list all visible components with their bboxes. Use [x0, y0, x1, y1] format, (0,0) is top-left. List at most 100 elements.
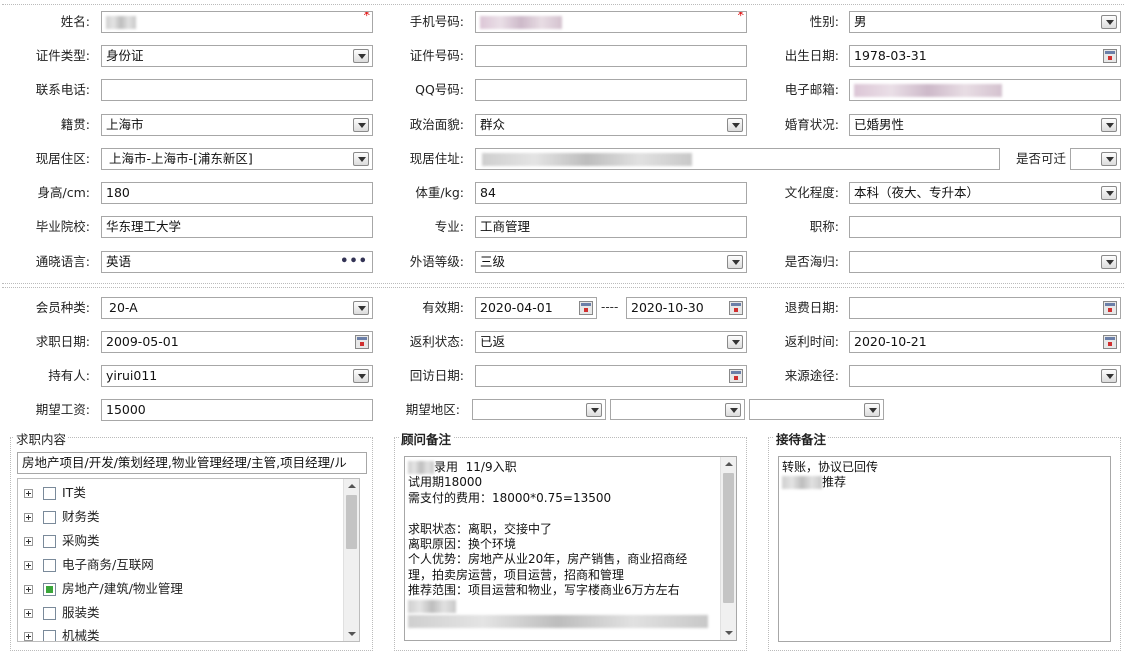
native-select[interactable]: 上海市	[101, 114, 373, 136]
checkbox[interactable]	[43, 559, 56, 572]
chevron-down-icon[interactable]	[1101, 152, 1117, 166]
calendar-icon[interactable]	[729, 369, 743, 383]
refund-date-field[interactable]	[849, 297, 1121, 319]
holder-select[interactable]: yirui011	[101, 365, 373, 387]
mobile-field[interactable]: *	[475, 11, 747, 33]
lang-field[interactable]: 英语 •••	[101, 251, 373, 273]
major-field[interactable]: 工商管理	[475, 216, 747, 238]
tree-item[interactable]: 采购类	[24, 530, 100, 552]
school-field[interactable]: 华东理工大学	[101, 216, 373, 238]
required-mark: *	[737, 11, 745, 24]
area-city-select[interactable]	[610, 399, 745, 420]
height-field[interactable]: 180	[101, 182, 373, 204]
reception-note-line: 转账，协议已回传	[782, 460, 879, 474]
jobdate-field[interactable]: 2009-05-01	[101, 331, 373, 353]
calendar-icon[interactable]	[579, 301, 593, 315]
checkbox[interactable]	[43, 630, 56, 641]
chevron-down-icon[interactable]	[727, 118, 743, 132]
job-summary-field[interactable]: 房地产项目/开发/策划经理,物业管理经理/主管,项目经理/ル	[17, 452, 367, 474]
calendar-icon[interactable]	[729, 301, 743, 315]
checkbox[interactable]	[43, 487, 56, 500]
area-province-select[interactable]	[472, 399, 606, 420]
tree-item[interactable]: 财务类	[24, 506, 100, 528]
calendar-icon[interactable]	[1103, 335, 1117, 349]
checkbox[interactable]	[43, 511, 56, 524]
source-select[interactable]	[849, 365, 1121, 387]
scroll-down-icon[interactable]	[725, 631, 733, 635]
notes-scrollbar[interactable]	[720, 457, 736, 640]
scroll-down-icon[interactable]	[348, 632, 356, 636]
tree-item[interactable]: 机械类	[24, 625, 100, 641]
idno-field[interactable]	[475, 45, 747, 67]
marital-select[interactable]: 已婚男性	[849, 114, 1121, 136]
chevron-down-icon[interactable]	[725, 403, 741, 417]
chevron-down-icon[interactable]	[1101, 369, 1117, 383]
checkbox[interactable]	[43, 535, 56, 548]
movable-select[interactable]	[1070, 148, 1121, 170]
rebate-time-field[interactable]: 2020-10-21	[849, 331, 1121, 353]
chevron-down-icon[interactable]	[353, 301, 369, 315]
expand-icon[interactable]	[24, 489, 33, 498]
political-select[interactable]: 群众	[475, 114, 747, 136]
source-label: 来源途径:	[784, 368, 839, 383]
level-select[interactable]: 三级	[475, 251, 747, 273]
salary-field[interactable]: 15000	[101, 399, 373, 421]
address-field[interactable]	[475, 148, 1000, 170]
scroll-up-icon[interactable]	[725, 462, 733, 466]
abroad-select[interactable]	[849, 251, 1121, 273]
scroll-up-icon[interactable]	[348, 484, 356, 488]
reception-notes-textarea[interactable]: 转账，协议已回传 推荐	[778, 456, 1111, 642]
rebate-select[interactable]: 已返	[475, 331, 747, 353]
chevron-down-icon[interactable]	[1101, 15, 1117, 29]
tree-item[interactable]: IT类	[24, 482, 86, 504]
chevron-down-icon[interactable]	[727, 335, 743, 349]
qq-field[interactable]	[475, 79, 747, 101]
expand-icon[interactable]	[24, 609, 33, 618]
idtype-select[interactable]: 身份证	[101, 45, 373, 67]
chevron-down-icon[interactable]	[1101, 118, 1117, 132]
more-icon[interactable]: •••	[340, 252, 368, 272]
calendar-icon[interactable]	[1103, 301, 1117, 315]
birth-date-field[interactable]: 1978-03-31	[849, 45, 1121, 67]
chevron-down-icon[interactable]	[353, 152, 369, 166]
expand-icon[interactable]	[24, 585, 33, 594]
chevron-down-icon[interactable]	[586, 403, 602, 417]
phone-field[interactable]	[101, 79, 373, 101]
gender-select[interactable]: 男	[849, 11, 1121, 33]
valid-from-field[interactable]: 2020-04-01	[475, 297, 597, 319]
expand-icon[interactable]	[24, 537, 33, 546]
chevron-down-icon[interactable]	[353, 118, 369, 132]
checkbox-checked[interactable]	[43, 583, 56, 596]
scroll-thumb[interactable]	[723, 473, 734, 603]
weight-field[interactable]: 84	[475, 182, 747, 204]
name-field[interactable]: *	[101, 11, 373, 33]
chevron-down-icon[interactable]	[864, 403, 880, 417]
tree-item[interactable]: 电子商务/互联网	[24, 554, 154, 576]
checkbox[interactable]	[43, 607, 56, 620]
valid-to-field[interactable]: 2020-10-30	[626, 297, 747, 319]
calendar-icon[interactable]	[355, 335, 369, 349]
edu-select[interactable]: 本科（夜大、专升本）	[849, 182, 1121, 204]
expand-icon[interactable]	[24, 513, 33, 522]
chevron-down-icon[interactable]	[353, 369, 369, 383]
expand-icon[interactable]	[24, 632, 33, 641]
chevron-down-icon[interactable]	[1101, 255, 1117, 269]
member-select[interactable]: 20-A	[101, 297, 373, 319]
scroll-thumb[interactable]	[346, 495, 357, 549]
title-field[interactable]	[849, 216, 1121, 238]
tree-item[interactable]: 服装类	[24, 602, 100, 624]
email-field[interactable]	[849, 79, 1121, 101]
tree-item[interactable]: 房地产/建筑/物业管理	[24, 578, 183, 600]
job-category-tree[interactable]: IT类 财务类 采购类 电子商务/互联网 房地产/建筑/物业管理 服装类 机械类	[17, 478, 360, 642]
residence-select[interactable]: 上海市-上海市-[浦东新区]	[101, 148, 373, 170]
rebate-label: 返利状态:	[409, 334, 464, 349]
chevron-down-icon[interactable]	[1101, 186, 1117, 200]
visit-date-field[interactable]	[475, 365, 747, 387]
calendar-icon[interactable]	[1103, 49, 1117, 63]
tree-scrollbar[interactable]	[343, 479, 359, 641]
expand-icon[interactable]	[24, 561, 33, 570]
advisor-notes-textarea[interactable]: 录用 11/9入职 试用期18000 需支付的费用：18000*0.75=13500…	[404, 456, 737, 641]
chevron-down-icon[interactable]	[353, 49, 369, 63]
chevron-down-icon[interactable]	[727, 255, 743, 269]
area-district-select[interactable]	[749, 399, 884, 420]
